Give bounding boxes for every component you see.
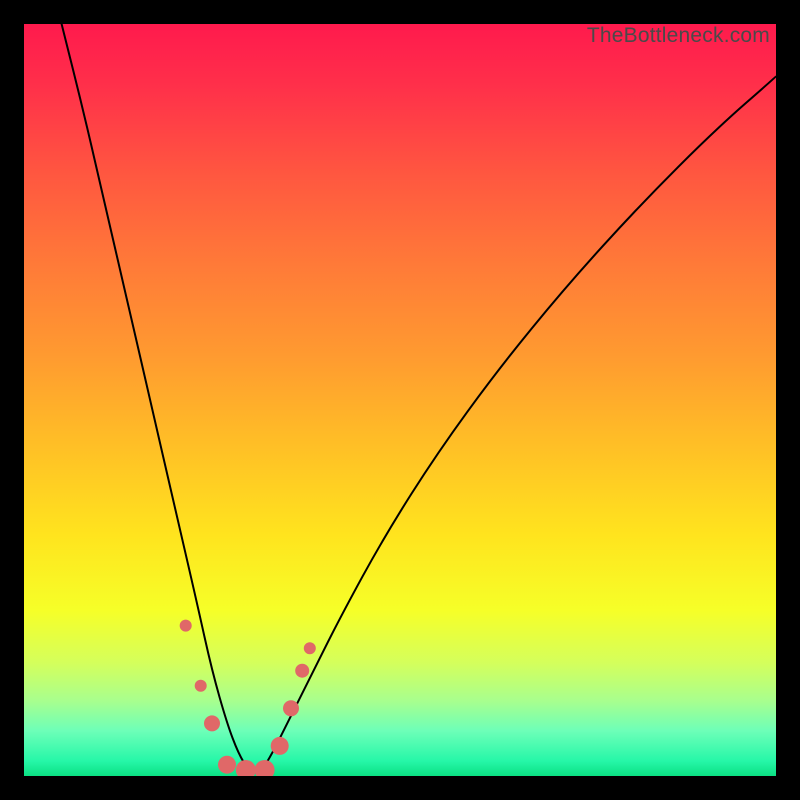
watermark-text: TheBottleneck.com [587,24,770,48]
chart-frame: TheBottleneck.com [24,24,776,776]
curve-marker [180,620,192,632]
curve-marker [218,756,236,774]
curve-marker [236,760,256,776]
curve-marker [271,737,289,755]
curve-markers [180,620,316,776]
curve-marker [195,680,207,692]
bottleneck-curve-path [62,24,776,772]
curve-marker [295,664,309,678]
bottleneck-curve [62,24,776,772]
plot-area [24,24,776,776]
curve-marker [204,715,220,731]
curve-marker [283,700,299,716]
curve-layer [24,24,776,776]
curve-marker [255,760,275,776]
curve-marker [304,642,316,654]
